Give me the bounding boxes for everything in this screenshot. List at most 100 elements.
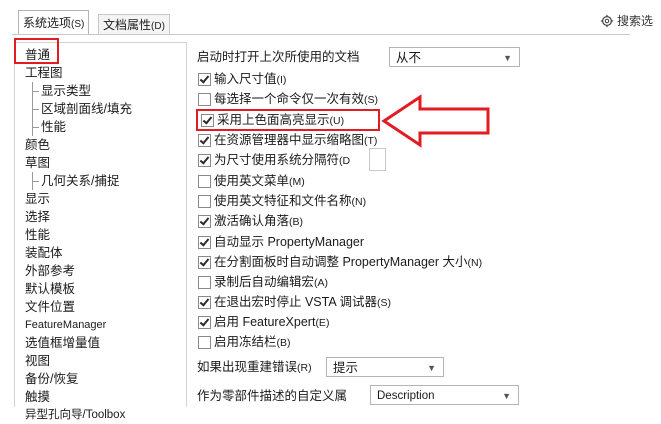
tree-item-external-references[interactable]: 外部参考	[25, 262, 75, 280]
custom-property-select[interactable]: Description ▼	[370, 385, 519, 405]
tree-item-spin-box-increments[interactable]: 选值框增量值	[25, 334, 100, 352]
option-key: (D	[339, 155, 351, 167]
tree-item-drawing-performance[interactable]: 性能	[31, 118, 66, 136]
chevron-down-icon: ▼	[502, 391, 511, 401]
option-english-menus: 使用英文菜单(M)	[214, 172, 305, 191]
option-key: (I)	[276, 74, 287, 86]
option-input-dimension-value: 输入尺寸值(I)	[214, 70, 286, 89]
options-tree: 普通 工程图 显示类型 区域剖面线/填充 性能 颜色 草图 几何关系/捕捉 显示…	[14, 42, 187, 421]
option-label: 在分割面板时自动调整 PropertyManager 大小	[214, 255, 468, 269]
option-key: (M)	[289, 176, 305, 188]
chevron-down-icon: ▼	[503, 53, 512, 63]
option-key: (A)	[314, 277, 329, 289]
tab-document-properties-label: 文档属性	[103, 18, 152, 32]
custom-property-label: 作为零部件描述的自定义属	[197, 389, 348, 403]
option-single-command-per-pick: 每选择一个命令仅一次有效(S)	[214, 90, 378, 109]
option-auto-show-propertymanager: 自动显示 PropertyManager	[214, 233, 364, 252]
option-show-thumbnails: 在资源管理器中显示缩略图(T)	[214, 131, 377, 150]
checkbox-auto-edit-macro[interactable]	[198, 276, 211, 289]
option-key: (T)	[364, 135, 378, 147]
tree-item-hole-wizard-toolbox[interactable]: 异型孔向导/Toolbox	[25, 406, 125, 424]
option-label: 自动显示 PropertyManager	[214, 235, 365, 249]
chevron-down-icon: ▼	[427, 363, 436, 373]
tree-item-assemblies[interactable]: 装配体	[25, 244, 63, 262]
tree-item-display-style[interactable]: 显示类型	[31, 82, 91, 100]
tab-document-properties[interactable]: 文档属性(D)	[98, 14, 170, 35]
option-label: 在资源管理器中显示缩略图	[214, 133, 365, 147]
option-label: 在退出宏时停止 VSTA 调试器	[214, 295, 377, 309]
option-auto-edit-macro: 录制后自动编辑宏(A)	[214, 273, 328, 292]
open-last-doc-value: 从不	[396, 51, 422, 65]
tab-system-options-key: (S)	[71, 19, 85, 30]
tree-item-drawings[interactable]: 工程图	[25, 64, 63, 82]
option-key: (N)	[467, 257, 483, 269]
open-last-doc-select[interactable]: 从不 ▼	[389, 47, 520, 67]
general-highlight-box	[14, 38, 59, 64]
gear-search-icon	[600, 14, 614, 27]
option-confirmation-corner: 激活确认角落(B)	[214, 212, 303, 231]
rebuild-error-select[interactable]: 提示 ▼	[326, 357, 444, 377]
option-key: (B)	[289, 216, 304, 228]
option-label: 使用英文菜单	[214, 174, 290, 188]
search-options[interactable]: 搜索选	[600, 12, 653, 29]
checkbox-auto-show-propertymanager[interactable]	[198, 236, 211, 249]
search-label: 搜索选	[616, 14, 653, 28]
tree-item-file-locations[interactable]: 文件位置	[25, 298, 75, 316]
option-auto-size-propertymanager: 在分割面板时自动调整 PropertyManager 大小(N)	[214, 253, 482, 272]
rebuild-error-key: (R)	[297, 362, 312, 374]
tree-item-sketch[interactable]: 草图	[25, 154, 50, 172]
option-label: 为尺寸使用系统分隔符	[214, 153, 340, 167]
option-key: (E)	[315, 317, 330, 329]
tree-item-colors[interactable]: 颜色	[25, 136, 50, 154]
tree-item-relations-snaps[interactable]: 几何关系/捕捉	[31, 172, 119, 190]
option-label: 使用英文特征和文件名称	[214, 194, 352, 208]
separator-input[interactable]	[369, 148, 386, 171]
checkbox-enable-featurexpert[interactable]	[198, 316, 211, 329]
checkbox-english-feature-names[interactable]	[198, 195, 211, 208]
custom-property-value: Description	[377, 390, 435, 402]
checkbox-english-menus[interactable]	[198, 175, 211, 188]
checkbox-input-dimension-value[interactable]	[198, 73, 211, 86]
tab-document-properties-key: (D)	[151, 21, 165, 32]
option-label: 激活确认角落	[214, 214, 290, 228]
option-english-feature-names: 使用英文特征和文件名称(N)	[214, 192, 366, 211]
rebuild-error-value: 提示	[333, 361, 359, 375]
checkbox-system-separators[interactable]	[198, 154, 211, 167]
tree-item-performance[interactable]: 性能	[25, 226, 50, 244]
tree-item-area-hatch[interactable]: 区域剖面线/填充	[32, 100, 132, 118]
option-key: (S)	[376, 297, 391, 309]
tab-system-options[interactable]: 系统选项(S)	[18, 10, 90, 35]
options-tabs: 系统选项(S) 文档属性(D)	[12, 6, 642, 35]
checkbox-single-command-per-pick[interactable]	[198, 93, 211, 106]
option-system-separators: 为尺寸使用系统分隔符(D	[214, 151, 350, 170]
tab-divider	[12, 34, 630, 35]
option-label: 启用 FeatureXpert	[214, 315, 316, 329]
tab-system-options-label: 系统选项	[23, 16, 72, 30]
tree-item-selection[interactable]: 选择	[25, 208, 50, 226]
option-stop-vsta-debugger: 在退出宏时停止 VSTA 调试器(S)	[214, 293, 391, 312]
red-arrow-annotation	[381, 94, 490, 148]
tree-item-featuremanager[interactable]: FeatureManager	[25, 316, 106, 334]
option-label: 启用冻结栏	[214, 335, 277, 349]
option-label: 每选择一个命令仅一次有效	[214, 92, 365, 106]
option-enable-freeze-bar: 启用冻结栏(B)	[214, 333, 291, 352]
open-last-doc-label: 启动时打开上次所使用的文档	[197, 50, 360, 64]
checkbox-enable-freeze-bar[interactable]	[198, 336, 211, 349]
checkbox-show-thumbnails[interactable]	[198, 134, 211, 147]
rebuild-error-label: 如果出现重建错误(R)	[197, 358, 312, 377]
tree-item-view[interactable]: 视图	[25, 352, 50, 370]
shaded-face-highlight-box	[196, 109, 380, 131]
checkbox-confirmation-corner[interactable]	[198, 215, 211, 228]
option-key: (S)	[364, 94, 379, 106]
tree-item-touch[interactable]: 触摸	[25, 388, 50, 406]
option-label: 录制后自动编辑宏	[214, 275, 315, 289]
tree-item-default-templates[interactable]: 默认模板	[25, 280, 75, 298]
tree-item-display[interactable]: 显示	[25, 190, 50, 208]
option-label: 输入尺寸值	[214, 72, 277, 86]
rebuild-error-text: 如果出现重建错误	[197, 360, 298, 374]
checkbox-auto-size-propertymanager[interactable]	[198, 256, 211, 269]
option-enable-featurexpert: 启用 FeatureXpert(E)	[214, 313, 329, 332]
tree-item-backup-recover[interactable]: 备份/恢复	[25, 370, 78, 388]
checkbox-stop-vsta-debugger[interactable]	[198, 296, 211, 309]
option-key: (B)	[276, 337, 291, 349]
